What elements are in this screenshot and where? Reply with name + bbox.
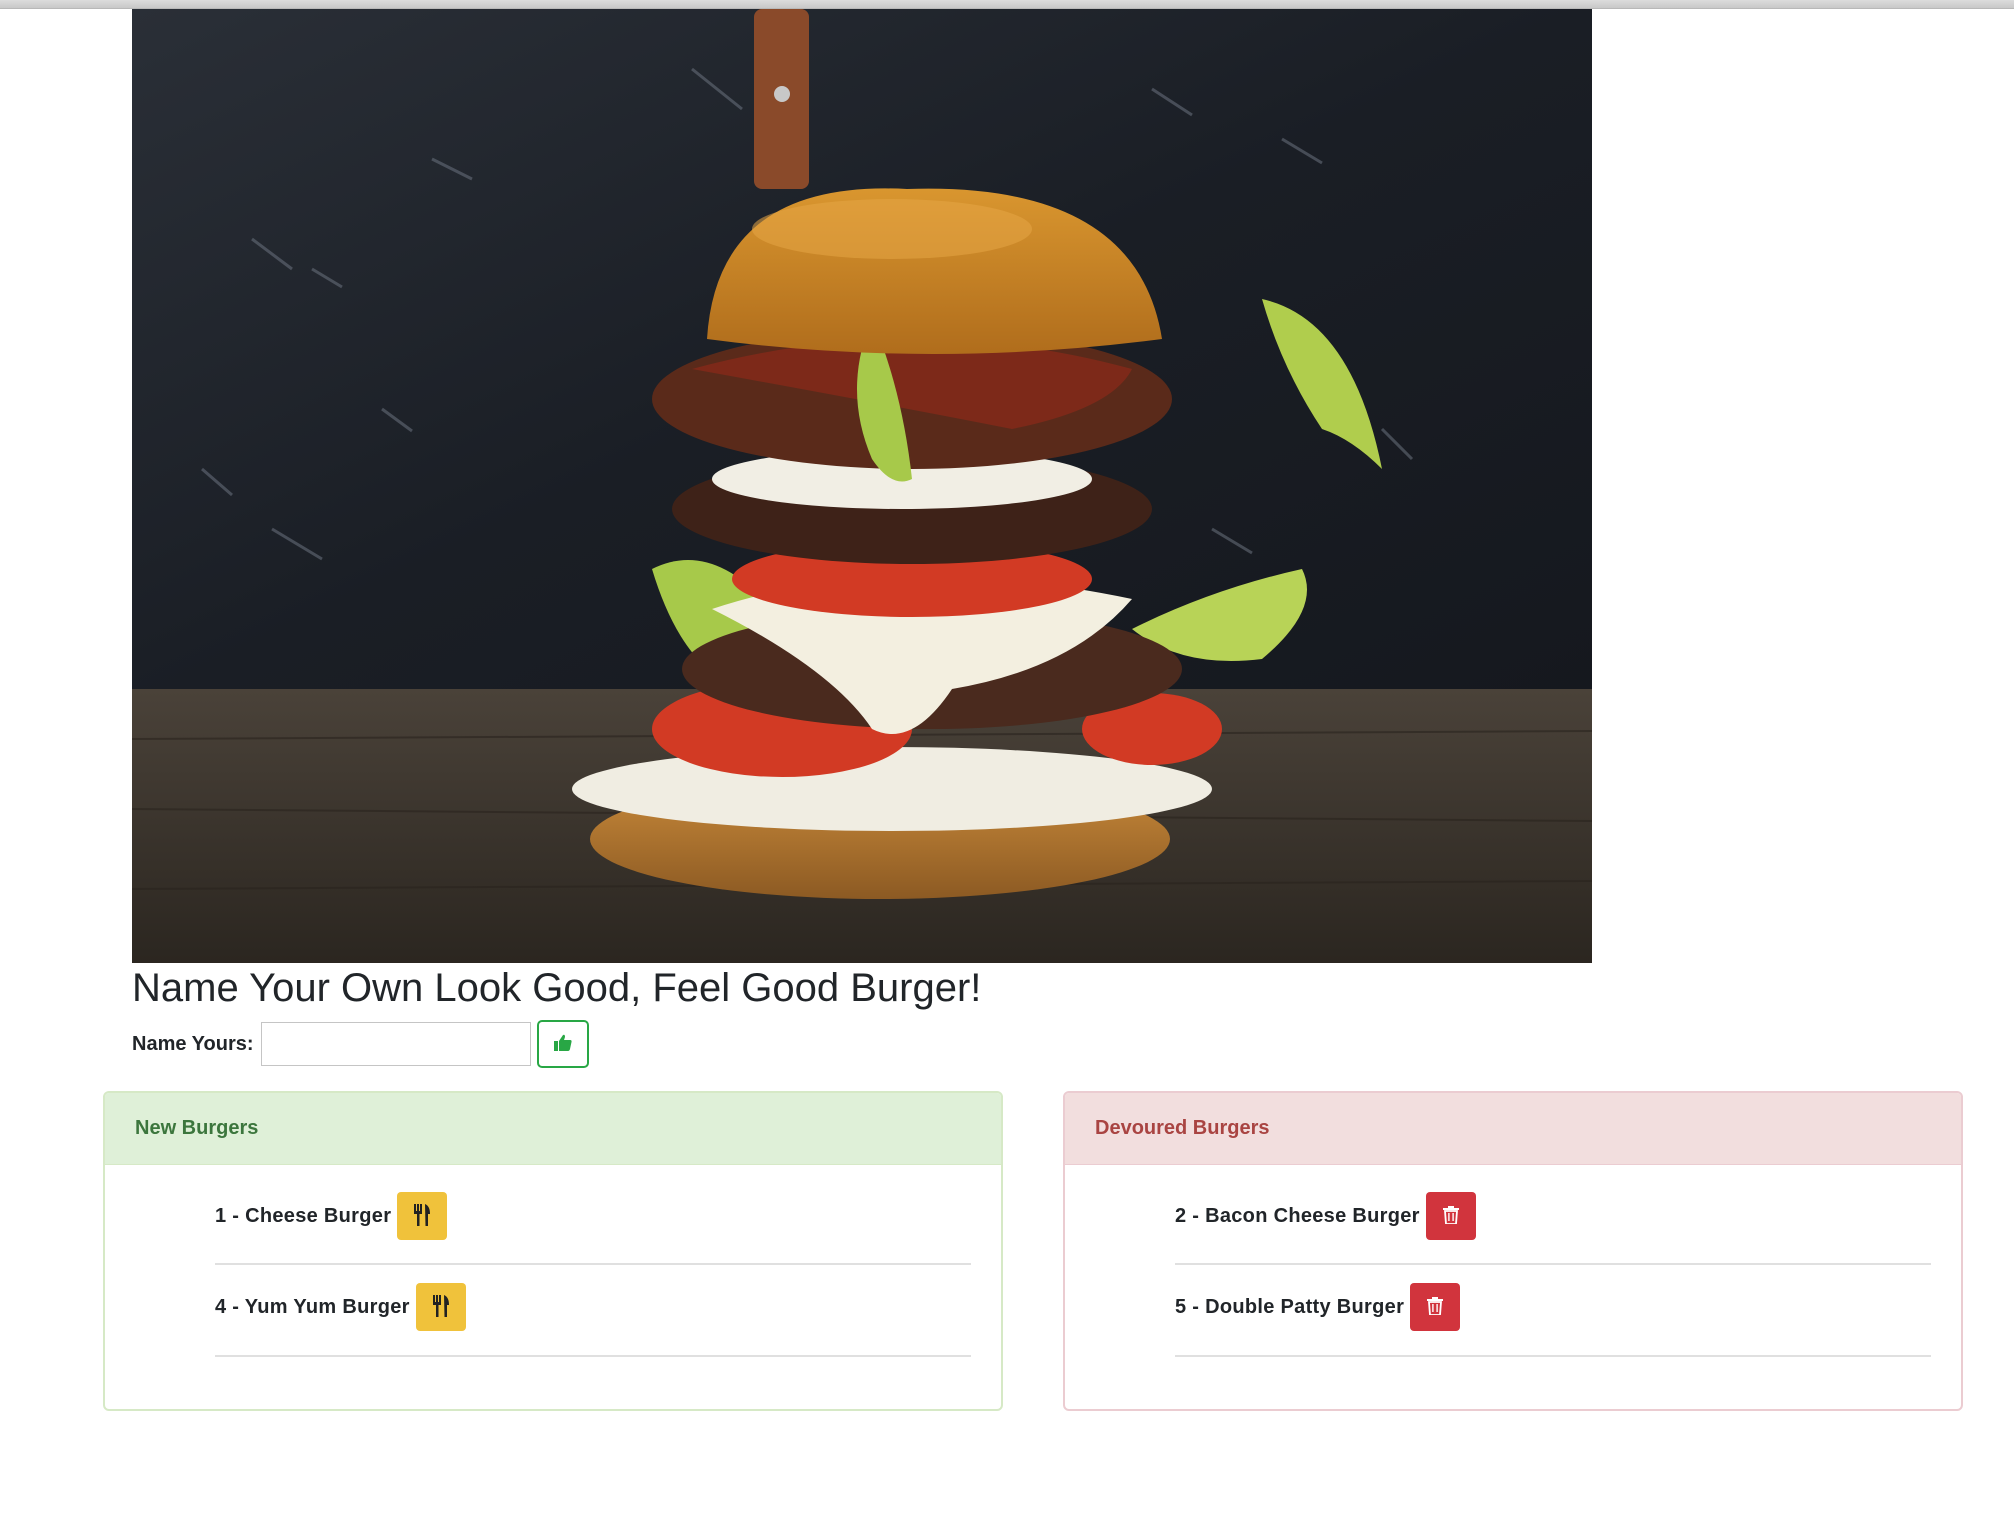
devour-button[interactable] [415,1283,466,1331]
new-burgers-header: New Burgers [105,1093,1001,1165]
browser-top-edge [0,0,2014,9]
devour-button[interactable] [397,1192,448,1240]
burger-label: 4 - Yum Yum Burger [215,1295,410,1318]
devoured-burgers-list: 2 - Bacon Cheese Burger 5 - Double Patty… [1065,1165,1961,1357]
list-item: 5 - Double Patty Burger [1175,1265,1931,1357]
list-item: 4 - Yum Yum Burger [215,1265,971,1357]
delete-button[interactable] [1410,1283,1461,1331]
burger-name-input[interactable] [260,1022,531,1066]
burger-label: 5 - Double Patty Burger [1175,1295,1405,1318]
page-title: Name Your Own Look Good, Feel Good Burge… [132,966,982,1010]
burger-label: 2 - Bacon Cheese Burger [1175,1204,1420,1227]
hero-burger-image [132,9,1592,963]
thumbs-up-icon [553,1034,572,1054]
name-label: Name Yours: [132,1032,254,1055]
burger-name-form: Name Yours: [132,1020,589,1068]
devoured-burgers-panel: Devoured Burgers 2 - Bacon Cheese Burger… [1063,1091,1963,1411]
submit-burger-button[interactable] [536,1020,589,1068]
burger-label: 1 - Cheese Burger [215,1204,392,1227]
trash-icon [1442,1205,1459,1227]
list-item: 2 - Bacon Cheese Burger [1175,1175,1931,1265]
delete-button[interactable] [1425,1192,1476,1240]
trash-icon [1427,1296,1444,1318]
list-item: 1 - Cheese Burger [215,1175,971,1265]
fork-knife-icon [431,1294,451,1320]
new-burgers-panel: New Burgers 1 - Cheese Burger 4 - Yum Yu… [103,1091,1003,1411]
fork-knife-icon [412,1203,432,1229]
new-burgers-list: 1 - Cheese Burger 4 - Yum Yum Burger [105,1165,1001,1357]
devoured-burgers-header: Devoured Burgers [1065,1093,1961,1165]
